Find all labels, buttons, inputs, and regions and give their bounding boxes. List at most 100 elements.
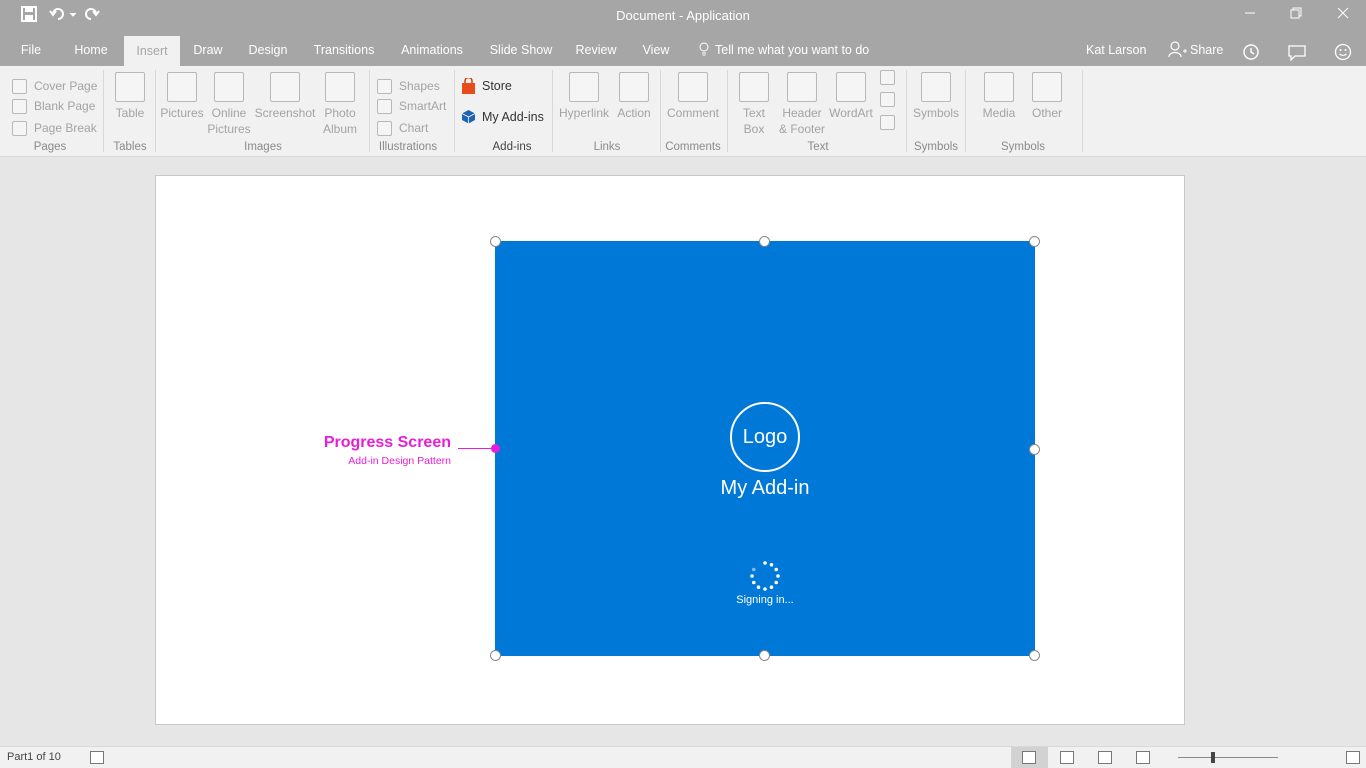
fit-to-window-icon[interactable] [1346, 751, 1360, 764]
online-pictures-button[interactable]: Online Pictures [206, 72, 252, 137]
outline-view-icon[interactable] [1060, 751, 1074, 764]
normal-view-icon[interactable] [1022, 751, 1036, 764]
tab-view[interactable]: View [638, 34, 674, 66]
group-label-links: Links [593, 141, 621, 153]
symbols-button[interactable]: Symbols [911, 72, 961, 121]
photo-album-label-line2: Album [322, 122, 357, 136]
page-break-button[interactable]: Page Break [12, 119, 97, 137]
close-icon[interactable] [1331, 6, 1355, 22]
tab-animations[interactable]: Animations [396, 34, 468, 66]
tab-slide-show[interactable]: Slide Show [486, 34, 556, 66]
cover-page-button[interactable]: Cover Page [12, 77, 97, 95]
group-label-tables: Tables [113, 141, 147, 153]
action-button[interactable]: Action [614, 72, 654, 121]
divider [454, 70, 455, 152]
window-title: Document - Application [616, 8, 750, 23]
reading-view-icon[interactable] [1098, 751, 1112, 764]
share-button[interactable]: Share [1168, 34, 1223, 66]
media-button[interactable]: Media [979, 72, 1019, 121]
proofing-icon[interactable] [90, 751, 104, 764]
hyperlink-icon [569, 72, 599, 102]
group-label-illustrations: Illustrations [378, 141, 438, 153]
smartart-button[interactable]: SmartArt [377, 97, 446, 115]
wordart-icon [836, 72, 866, 102]
minimize-icon[interactable] [1238, 6, 1262, 22]
group-label-pages: Pages [33, 141, 67, 153]
text-option-button[interactable] [880, 115, 895, 130]
slide-show-view-icon[interactable] [1136, 751, 1150, 764]
group-label-media: Symbols [1000, 141, 1046, 153]
header-footer-label-line2: & Footer [778, 122, 826, 136]
annotation-dot [491, 444, 500, 453]
chart-label: Chart [399, 121, 429, 135]
tab-transitions[interactable]: Transitions [310, 34, 378, 66]
tab-draw[interactable]: Draw [188, 34, 228, 66]
resize-handle-top-left[interactable] [490, 236, 501, 247]
comment-button[interactable]: Comment [664, 72, 722, 121]
photo-album-button[interactable]: Photo Album [318, 72, 362, 137]
page-indicator[interactable]: Part1 of 10 [7, 751, 61, 763]
blank-page-button[interactable]: Blank Page [12, 97, 95, 115]
chart-button[interactable]: Chart [377, 119, 428, 137]
zoom-slider-thumb[interactable] [1211, 752, 1215, 763]
signing-in-status: Signing in... [736, 594, 794, 606]
tab-insert[interactable]: Insert [124, 36, 180, 66]
divider [906, 70, 907, 152]
divider [727, 70, 728, 152]
smartart-label: SmartArt [399, 99, 447, 113]
text-box-button[interactable]: Text Box [736, 72, 772, 137]
tab-file[interactable]: File [10, 34, 52, 66]
text-option-button[interactable] [880, 92, 895, 107]
comment-label: Comment [666, 106, 719, 120]
text-option-button[interactable] [880, 70, 895, 85]
ribbon-tabs: File Home Insert Draw Design Transitions… [0, 34, 1366, 66]
store-button[interactable]: Store [461, 78, 512, 94]
cover-page-label: Cover Page [34, 79, 98, 93]
pictures-icon [167, 72, 197, 102]
tab-design[interactable]: Design [243, 34, 293, 66]
restore-icon[interactable] [1284, 6, 1308, 22]
pictures-button[interactable]: Pictures [160, 72, 204, 121]
status-bar: Part1 of 10 [0, 746, 1366, 768]
wordart-button[interactable]: WordArt [828, 72, 874, 121]
divider [1082, 70, 1083, 152]
other-icon [1032, 72, 1062, 102]
group-label-add-ins: Add-ins [492, 141, 532, 153]
resize-handle-bottom-right[interactable] [1029, 650, 1040, 661]
page-break-icon [12, 120, 27, 136]
group-label-comments: Comments [665, 141, 721, 153]
resize-handle-bottom-left[interactable] [490, 650, 501, 661]
shapes-button[interactable]: Shapes [377, 77, 440, 95]
media-icon [984, 72, 1014, 102]
page-break-label: Page Break [34, 121, 97, 135]
resize-handle-right[interactable] [1029, 444, 1040, 455]
tab-review[interactable]: Review [572, 34, 620, 66]
zoom-slider[interactable] [1178, 757, 1278, 758]
screenshot-button[interactable]: Screenshot [254, 72, 316, 121]
resize-handle-top[interactable] [759, 236, 770, 247]
resize-handle-top-right[interactable] [1029, 236, 1040, 247]
tell-me-search[interactable]: Tell me what you want to do [698, 34, 869, 66]
tab-home[interactable]: Home [66, 34, 116, 66]
my-addins-button[interactable]: My Add-ins [461, 109, 544, 124]
pictures-label: Pictures [160, 106, 204, 120]
blank-page-label: Blank Page [34, 99, 96, 113]
user-name[interactable]: Kat Larson [1086, 34, 1146, 66]
comment-button-icon [678, 72, 708, 102]
group-label-images: Images [244, 141, 282, 153]
table-label: Table [115, 106, 145, 120]
hyperlink-label: Hyperlink [558, 106, 609, 120]
online-pictures-icon [214, 72, 244, 102]
text-box-label-line2: Box [743, 122, 765, 136]
header-footer-button[interactable]: Header & Footer [777, 72, 827, 137]
hyperlink-button[interactable]: Hyperlink [558, 72, 610, 121]
cover-page-icon [12, 78, 27, 94]
table-button[interactable]: Table [112, 72, 148, 121]
text-box-icon [739, 72, 769, 102]
progress-spinner-icon [750, 561, 780, 591]
tell-me-label: Tell me what you want to do [715, 43, 870, 57]
resize-handle-bottom[interactable] [759, 650, 770, 661]
other-button[interactable]: Other [1027, 72, 1067, 121]
screenshot-icon [270, 72, 300, 102]
store-icon [462, 78, 475, 94]
